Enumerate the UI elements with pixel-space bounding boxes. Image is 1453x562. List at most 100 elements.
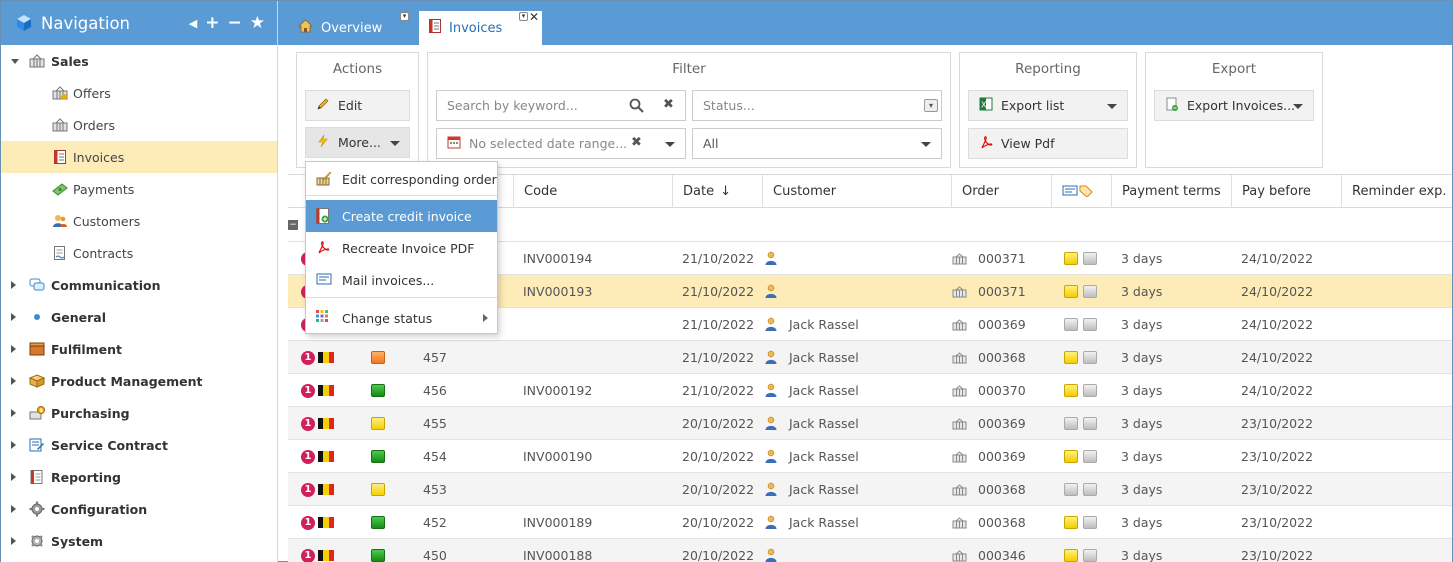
sent-status-icon — [1064, 440, 1078, 473]
app-window: Navigation ◀ + − ★ Sales Offers Orders Invo… — [0, 0, 1453, 562]
sidebar-item-offers[interactable]: Offers — [1, 77, 277, 109]
invoice-number: 457 — [423, 350, 447, 365]
date-range-select[interactable]: No selected date range... ✖ — [436, 128, 686, 159]
sidebar-item-invoices[interactable]: Invoices — [1, 141, 277, 173]
table-row[interactable]: 1 450 INV000188 20/10/2022 000346 3 days 23/10… — [288, 539, 1452, 562]
sidebar-item-product-management[interactable]: Product Management — [1, 365, 277, 397]
export-list-button[interactable]: X Export list — [968, 90, 1128, 121]
order-basket-icon — [952, 341, 967, 374]
table-row[interactable]: 1 452 INV000189 20/10/2022 Jack Rassel 000368… — [288, 506, 1452, 539]
sidebar-item-sales[interactable]: Sales — [1, 45, 277, 77]
column-reminder[interactable]: Reminder exp. — [1341, 175, 1451, 208]
dropdown-arrow-icon[interactable]: ▾ — [924, 99, 938, 112]
sidebar-item-purchasing[interactable]: $ Purchasing — [1, 397, 277, 429]
favorite-star-icon[interactable]: ★ — [250, 13, 265, 33]
customer-icon — [764, 275, 778, 308]
collapsed-arrow-icon[interactable] — [11, 377, 16, 385]
collapsed-arrow-icon[interactable] — [11, 441, 16, 449]
pay-before-date: 23/10/2022 — [1241, 515, 1314, 530]
invoice-code: INV000194 — [523, 251, 593, 266]
sidebar-item-system[interactable]: System — [1, 525, 277, 557]
column-payment-terms[interactable]: Payment terms — [1111, 175, 1231, 208]
column-code[interactable]: Code — [513, 175, 672, 208]
column-pay-before[interactable]: Pay before — [1231, 175, 1341, 208]
order-number: 000346 — [978, 548, 1026, 562]
edit-button[interactable]: Edit — [305, 90, 410, 121]
collapsed-arrow-icon[interactable] — [11, 537, 16, 545]
collapsed-arrow-icon[interactable] — [11, 409, 16, 417]
status-select[interactable]: Status... ▾ — [692, 90, 942, 121]
export-invoices-button[interactable]: Export Invoices... — [1154, 90, 1314, 121]
sidebar-item-reporting[interactable]: Reporting — [1, 461, 277, 493]
invoice-icon — [52, 149, 68, 165]
sidebar-item-customers[interactable]: Customers — [1, 205, 277, 237]
sidebar-item-label: Orders — [73, 117, 116, 133]
sidebar-item-fulfilment[interactable]: Fulfilment — [1, 333, 277, 365]
table-row[interactable]: 1 457 21/10/2022 Jack Rassel 000368 3 days 24/… — [288, 341, 1452, 374]
chevron-down-icon[interactable] — [665, 142, 675, 147]
sidebar-item-label: Contracts — [73, 245, 134, 261]
sidebar-item-payments[interactable]: Payments — [1, 173, 277, 205]
collapsed-arrow-icon[interactable] — [11, 313, 16, 321]
column-order[interactable]: Order — [951, 175, 1051, 208]
collapse-left-icon[interactable]: ◀ — [189, 17, 197, 30]
status-indicator-icon — [371, 539, 385, 562]
sidebar-item-orders[interactable]: Orders — [1, 109, 277, 141]
tab-menu-icon[interactable]: ▾ — [519, 12, 528, 21]
menu-item-create-credit-invoice[interactable]: Create credit invoice — [306, 200, 497, 232]
tab-invoices[interactable]: Invoices ▾ ✕ — [419, 10, 542, 45]
menu-item-recreate-pdf[interactable]: Recreate Invoice PDF — [306, 232, 497, 264]
collapsed-arrow-icon[interactable] — [11, 345, 16, 353]
menu-item-change-status[interactable]: Change status — [306, 302, 497, 334]
table-row[interactable]: 1 453 20/10/2022 Jack Rassel 000368 3 days 23/… — [288, 473, 1452, 506]
collapse-group-icon[interactable]: − — [288, 220, 298, 230]
sidebar-item-communication[interactable]: Communication — [1, 269, 277, 301]
collapsed-arrow-icon[interactable] — [11, 281, 16, 289]
table-row[interactable]: 1 455 20/10/2022 Jack Rassel 000369 3 days 23/… — [288, 407, 1452, 440]
invoice-date: 20/10/2022 — [682, 548, 755, 562]
table-row[interactable]: 1 454 INV000190 20/10/2022 Jack Rassel 000369… — [288, 440, 1452, 473]
navigation-header: Navigation ◀ + − ★ — [1, 1, 277, 45]
pdf-icon — [979, 135, 993, 152]
table-row[interactable]: 1 456 INV000192 21/10/2022 Jack Rassel 000370… — [288, 374, 1452, 407]
collapse-all-icon[interactable]: − — [228, 13, 242, 33]
clear-date-icon[interactable]: ✖ — [631, 135, 642, 150]
sidebar-item-general[interactable]: General — [1, 301, 277, 333]
collapsed-arrow-icon[interactable] — [11, 505, 16, 513]
tab-menu-icon[interactable]: ▾ — [400, 12, 409, 21]
sidebar-item-service-contract[interactable]: Service Contract — [1, 429, 277, 461]
sent-status-icon — [1064, 539, 1078, 562]
column-status-icons[interactable] — [1051, 175, 1111, 208]
tab-overview[interactable]: Overview ▾ — [288, 11, 413, 45]
sent-status-icon — [1064, 407, 1078, 440]
expanded-arrow-icon[interactable] — [11, 59, 19, 64]
collapsed-arrow-icon[interactable] — [11, 473, 16, 481]
reminder-badge: 1 — [301, 506, 334, 539]
view-pdf-button[interactable]: View Pdf — [968, 128, 1128, 159]
sidebar-item-configuration[interactable]: Configuration — [1, 493, 277, 525]
close-icon[interactable]: ✕ — [529, 10, 539, 24]
sidebar-item-label: Product Management — [51, 373, 203, 389]
sidebar-item-label: Configuration — [51, 501, 148, 517]
sidebar-item-label: Service Contract — [51, 437, 168, 453]
all-select[interactable]: All — [692, 128, 942, 159]
status-indicator-icon — [371, 407, 385, 440]
status-indicator-icon — [371, 440, 385, 473]
column-date[interactable]: Date ↓ — [672, 175, 762, 208]
column-customer[interactable]: Customer — [762, 175, 951, 208]
expand-all-icon[interactable]: + — [205, 13, 219, 33]
invoice-number: 450 — [423, 548, 447, 562]
menu-item-mail-invoices[interactable]: Mail invoices... — [306, 264, 497, 296]
chevron-down-icon[interactable] — [921, 142, 931, 147]
invoice-date: 21/10/2022 — [682, 350, 755, 365]
pdf-icon — [316, 240, 330, 257]
status-indicator-icon — [371, 506, 385, 539]
search-input[interactable]: Search by keyword... ✖ — [436, 90, 686, 121]
more-button[interactable]: More... — [305, 127, 410, 158]
reminder-badge: 1 — [301, 407, 334, 440]
search-icon[interactable] — [629, 98, 644, 116]
excel-icon: X — [979, 97, 993, 114]
sidebar-item-contracts[interactable]: Contracts — [1, 237, 277, 269]
clear-search-icon[interactable]: ✖ — [663, 97, 674, 112]
menu-item-edit-order[interactable]: Edit corresponding order — [306, 163, 497, 195]
